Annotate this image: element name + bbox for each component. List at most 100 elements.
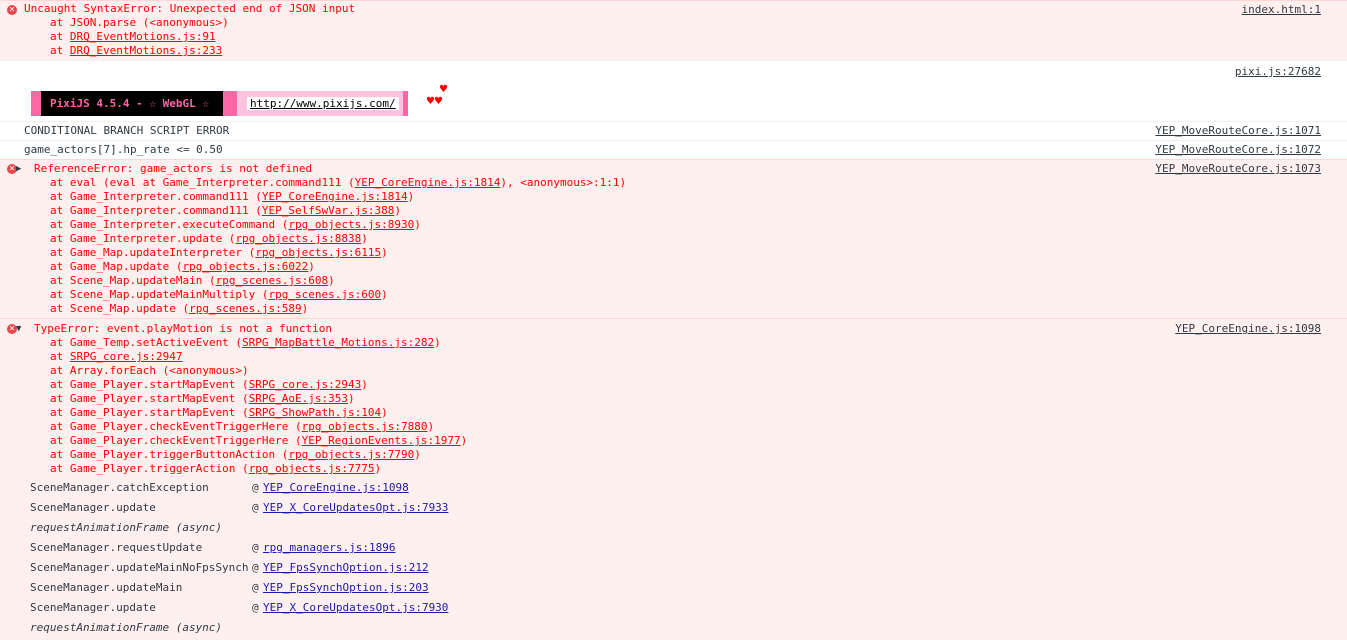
frame-suffix: )	[361, 378, 368, 391]
source-link[interactable]: pixi.js:27682	[1235, 65, 1321, 79]
frame-link[interactable]: SRPG_AoE.js:353	[249, 392, 348, 405]
expand-triangle-icon[interactable]: ▶	[16, 162, 21, 176]
banner-url-box: http://www.pixijs.com/	[236, 91, 403, 116]
error-icon: ✕	[7, 5, 17, 15]
frame-prefix: at Game_Temp.setActiveEvent (	[50, 336, 243, 349]
banner-url-link[interactable]: http://www.pixijs.com/	[246, 97, 399, 110]
async-trace-row: SceneManager.update @ YEP_X_CoreUpdatesOpt…	[0, 498, 1321, 518]
frame-link[interactable]: rpg_objects.js:7790	[288, 448, 414, 461]
stack-frame: at Game_Player.startMapEvent (SRPG_ShowP…	[24, 406, 1321, 420]
banner-title: PixiJS 4.5.4 - ☆ WebGL ☆	[41, 91, 223, 116]
stack-trace: at Game_Temp.setActiveEvent (SRPG_MapBat…	[24, 336, 1321, 476]
source-link[interactable]: YEP_MoveRouteCore.js:1071	[1155, 124, 1321, 138]
stack-frame: at Game_Player.startMapEvent (SRPG_core.…	[24, 378, 1321, 392]
trace-link[interactable]: YEP_X_CoreUpdatesOpt.js:7930	[263, 601, 448, 614]
frame-link[interactable]: DRQ_EventMotions.js:91	[70, 30, 216, 43]
trace-link[interactable]: YEP_X_CoreUpdatesOpt.js:7933	[263, 501, 448, 514]
stack-frame: at Game_Player.triggerButtonAction (rpg_…	[24, 448, 1321, 462]
frame-link[interactable]: rpg_scenes.js:589	[189, 302, 302, 315]
frame-suffix: )	[374, 462, 382, 475]
source-link[interactable]: index.html:1	[1242, 3, 1321, 17]
log-text: game_actors[7].hp_rate <= 0.50	[24, 143, 223, 156]
stack-frame: at Game_Interpreter.update (rpg_objects.…	[24, 232, 1321, 246]
at-symbol: @	[252, 601, 259, 614]
pixi-banner: PixiJS 4.5.4 - ☆ WebGL ☆ http://www.pixi…	[31, 91, 408, 116]
frame-link[interactable]: rpg_objects.js:6022	[182, 260, 308, 273]
syntax-error-message: ✕ Uncaught SyntaxError: Unexpected end o…	[0, 0, 1347, 60]
source-link[interactable]: YEP_CoreEngine.js:1098	[1175, 322, 1321, 336]
log-message: CONDITIONAL BRANCH SCRIPT ERROR YEP_Move…	[0, 121, 1347, 140]
function-name: SceneManager.catchException	[30, 481, 209, 494]
frame-link[interactable]: SRPG_ShowPath.js:104	[249, 406, 381, 419]
async-stack-trace: SceneManager.catchException @ YEP_CoreEngi…	[0, 476, 1321, 638]
stack-frame: at DRQ_EventMotions.js:91	[24, 30, 1321, 44]
frame-link[interactable]: YEP_CoreEngine.js:1814	[355, 176, 501, 189]
frame-prefix: at eval (eval at Game_Interpreter.comman…	[50, 176, 355, 189]
frame-link[interactable]: rpg_objects.js:8838	[235, 232, 361, 245]
stack-frame: at Game_Interpreter.command111 (YEP_Self…	[24, 204, 1321, 218]
frame-link[interactable]: DRQ_EventMotions.js:233	[70, 44, 222, 57]
frame-suffix: )	[361, 232, 368, 245]
frame-link[interactable]: SRPG_core.js:2943	[249, 378, 362, 391]
frame-prefix: at Game_Player.startMapEvent (	[50, 406, 249, 419]
frame-link[interactable]: SRPG_MapBattle_Motions.js:282	[242, 336, 434, 349]
collapse-triangle-icon[interactable]: ▼	[16, 322, 21, 336]
async-trace-row: SceneManager.updateMainNoFpsSynch @ YEP_Fp…	[0, 558, 1321, 578]
type-error-message: ✕ ▼ TypeError: event.playMotion is not a…	[0, 318, 1347, 640]
frame-link[interactable]: SRPG_core.js:2947	[70, 350, 183, 363]
frame-link[interactable]: rpg_scenes.js:608	[216, 274, 329, 287]
stack-frame: at Scene_Map.update (rpg_scenes.js:589)	[24, 302, 1321, 316]
frame-prefix: at Game_Player.checkEventTriggerHere (	[50, 434, 302, 447]
frame-suffix: ), <anonymous>:1:1)	[500, 176, 627, 189]
async-trace-row: SceneManager.updateMain @ YEP_FpsSynchOpti…	[0, 578, 1321, 598]
source-link[interactable]: YEP_MoveRouteCore.js:1073	[1155, 162, 1321, 176]
frame-suffix: )	[434, 336, 441, 349]
frame-suffix: )	[381, 288, 388, 301]
stack-frame: at Game_Interpreter.executeCommand (rpg_…	[24, 218, 1321, 232]
frame-link[interactable]: YEP_RegionEvents.js:1977	[302, 434, 461, 447]
trace-link[interactable]: YEP_FpsSynchOption.js:203	[263, 581, 429, 594]
frame-suffix: )	[407, 190, 415, 203]
trace-link[interactable]: YEP_FpsSynchOption.js:212	[263, 561, 429, 574]
stack-frame: at Scene_Map.updateMain (rpg_scenes.js:6…	[24, 274, 1321, 288]
frame-link[interactable]: rpg_scenes.js:600	[269, 288, 382, 301]
frame-link[interactable]: YEP_CoreEngine.js:1814	[262, 190, 408, 203]
log-message: game_actors[7].hp_rate <= 0.50 YEP_MoveR…	[0, 140, 1347, 159]
stack-frame: at Scene_Map.updateMainMultiply (rpg_sce…	[24, 288, 1321, 302]
frame-suffix: )	[460, 434, 468, 447]
async-trace-row: requestAnimationFrame (async)	[0, 618, 1321, 638]
frame-link[interactable]: rpg_objects.js:7880	[302, 420, 428, 433]
at-symbol: @	[252, 541, 259, 554]
banner-stripe	[31, 91, 41, 116]
source-link[interactable]: YEP_MoveRouteCore.js:1072	[1155, 143, 1321, 157]
frame-link[interactable]: YEP_SelfSwVar.js:388	[262, 204, 394, 217]
stack-frame: at Game_Temp.setActiveEvent (SRPG_MapBat…	[24, 336, 1321, 350]
frame-prefix: at Game_Player.startMapEvent (	[50, 378, 249, 391]
at-symbol: @	[252, 501, 259, 514]
frame-link[interactable]: rpg_objects.js:8930	[288, 218, 414, 231]
at-symbol: @	[252, 561, 259, 574]
at-symbol: @	[252, 481, 259, 494]
frame-suffix: )	[427, 420, 435, 433]
frame-prefix: at	[50, 30, 70, 43]
hearts-icon: ♥♥	[426, 96, 443, 107]
function-name: SceneManager.update	[30, 501, 156, 514]
frame-prefix: at Game_Interpreter.command111 (	[50, 190, 262, 203]
stack-frame: at DRQ_EventMotions.js:233	[24, 44, 1321, 58]
frame-prefix: at	[50, 350, 70, 363]
frame-prefix: at Game_Interpreter.executeCommand (	[50, 218, 289, 231]
trace-link[interactable]: YEP_CoreEngine.js:1098	[263, 481, 409, 494]
frame-suffix: )	[414, 448, 421, 461]
stack-frame: at Game_Map.updateInterpreter (rpg_objec…	[24, 246, 1321, 260]
frame-prefix: at Array.forEach (<anonymous>)	[50, 364, 249, 377]
async-label: requestAnimationFrame (async)	[30, 521, 223, 534]
frame-prefix: at Scene_Map.updateMain (	[50, 274, 216, 287]
async-trace-row: SceneManager.update @ YEP_X_CoreUpdatesOpt…	[0, 598, 1321, 618]
frame-link[interactable]: rpg_objects.js:7775	[249, 462, 375, 475]
frame-prefix: at Game_Map.updateInterpreter (	[50, 246, 256, 259]
trace-link[interactable]: rpg_managers.js:1896	[263, 541, 395, 554]
frame-link[interactable]: rpg_objects.js:6115	[255, 246, 381, 259]
stack-frame: at SRPG_core.js:2947	[24, 350, 1321, 364]
frame-prefix: at Game_Player.triggerAction (	[50, 462, 249, 475]
async-trace-row: SceneManager.requestUpdate @ rpg_managers.…	[0, 538, 1321, 558]
